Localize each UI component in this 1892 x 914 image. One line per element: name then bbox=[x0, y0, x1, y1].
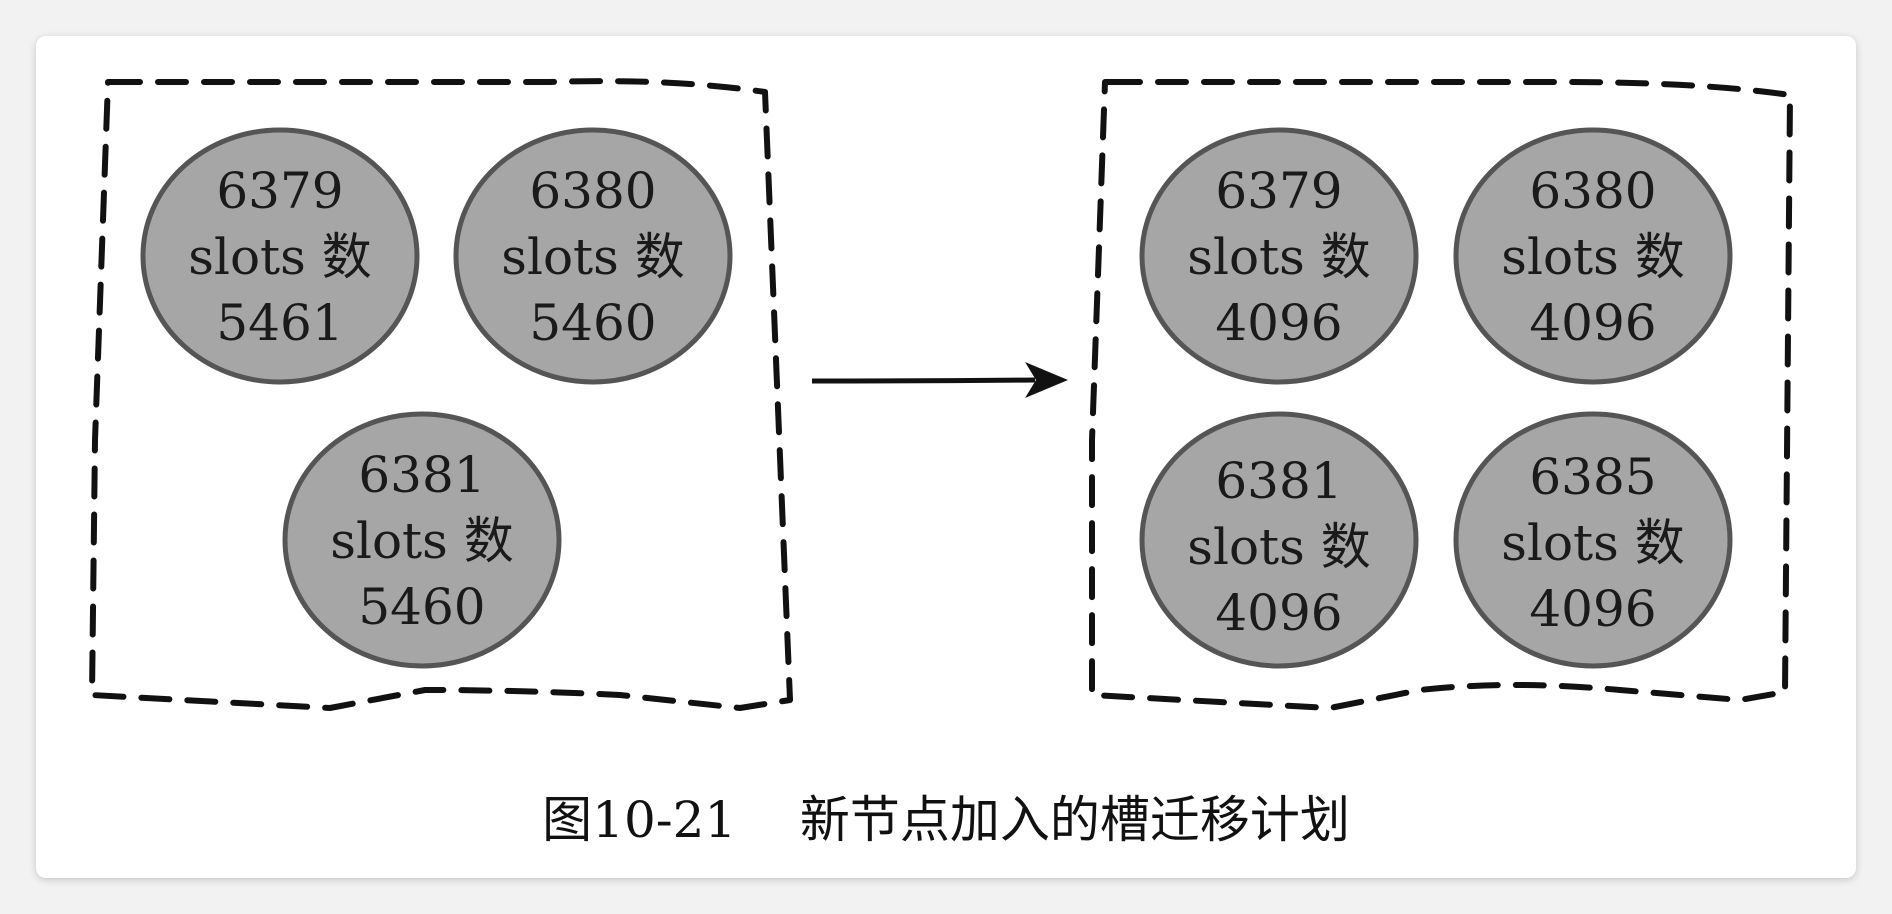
node-port: 6381 bbox=[1215, 452, 1342, 510]
node-label: slots 数 bbox=[188, 228, 371, 286]
node-slots: 4096 bbox=[1215, 294, 1342, 352]
after-node-6379: 6379 slots 数 4096 bbox=[1139, 127, 1419, 385]
slot-migration-diagram: 6379 slots 数 5461 6380 slots 数 5460 6381… bbox=[89, 78, 1793, 711]
node-label: slots 数 bbox=[1187, 518, 1370, 576]
after-node-6380: 6380 slots 数 4096 bbox=[1453, 127, 1733, 385]
node-port: 6379 bbox=[1215, 162, 1342, 220]
node-slots: 4096 bbox=[1529, 294, 1656, 352]
node-slots: 5460 bbox=[358, 578, 485, 636]
node-port: 6379 bbox=[216, 162, 343, 220]
node-port: 6381 bbox=[358, 446, 485, 504]
after-node-6385: 6385 slots 数 4096 bbox=[1453, 411, 1733, 669]
node-label: slots 数 bbox=[1187, 228, 1370, 286]
node-label: slots 数 bbox=[1501, 228, 1684, 286]
node-port: 6385 bbox=[1529, 448, 1656, 506]
before-node-6380: 6380 slots 数 5460 bbox=[453, 127, 733, 385]
after-node-6381: 6381 slots 数 4096 bbox=[1139, 411, 1419, 669]
migration-arrow bbox=[811, 362, 1068, 398]
node-port: 6380 bbox=[1529, 162, 1656, 220]
figure-caption: 图10-21 新节点加入的槽迁移计划 bbox=[542, 791, 1350, 849]
node-slots: 4096 bbox=[1215, 584, 1342, 642]
node-label: slots 数 bbox=[501, 228, 684, 286]
node-label: slots 数 bbox=[330, 512, 513, 570]
arrow-shaft bbox=[811, 377, 1036, 384]
node-label: slots 数 bbox=[1501, 514, 1684, 572]
node-slots: 4096 bbox=[1529, 580, 1656, 638]
node-slots: 5461 bbox=[216, 294, 343, 352]
node-port: 6380 bbox=[529, 162, 656, 220]
before-node-6379: 6379 slots 数 5461 bbox=[140, 127, 420, 385]
before-node-6381: 6381 slots 数 5460 bbox=[282, 411, 562, 669]
node-slots: 5460 bbox=[529, 294, 656, 352]
